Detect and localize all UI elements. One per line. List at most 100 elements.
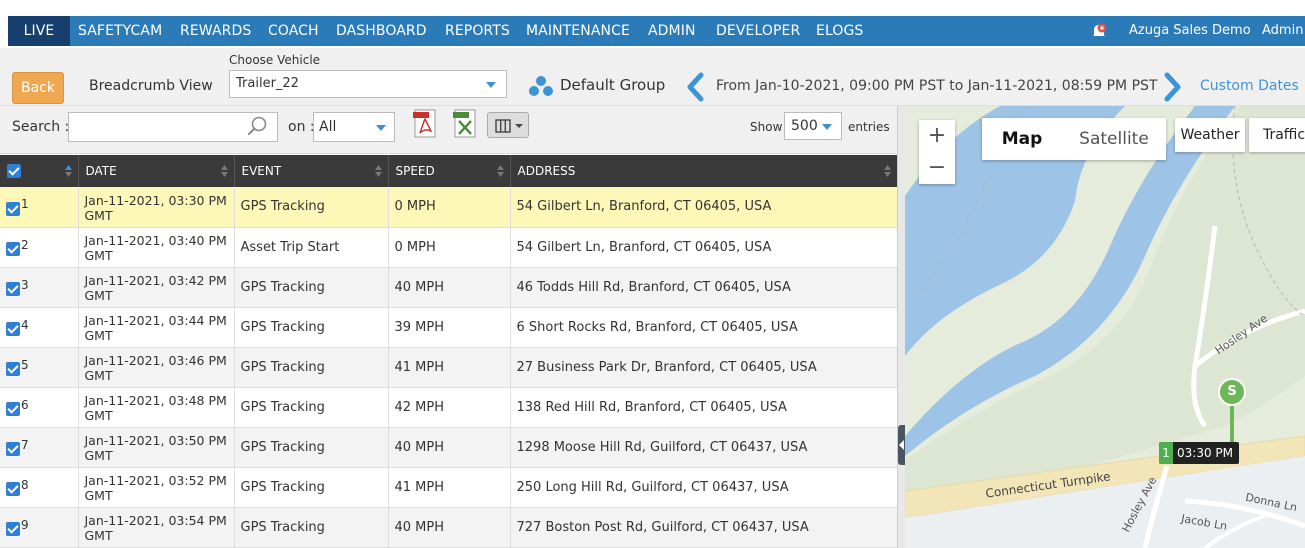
nav-live[interactable]: LIVE — [8, 16, 70, 46]
table-row[interactable]: 2 Jan-11-2021, 03:40 PM GMT Asset Trip Sta… — [0, 227, 897, 268]
sort-icon[interactable] — [883, 165, 891, 177]
row-select-cell[interactable]: 9 — [0, 507, 79, 548]
row-event: GPS Tracking — [234, 427, 389, 468]
nav-safetycam[interactable]: SAFETYCAM — [78, 16, 162, 46]
row-checkbox[interactable] — [6, 201, 20, 216]
nav-elogs[interactable]: ELOGS — [816, 16, 863, 46]
table-row[interactable]: 9 Jan-11-2021, 03:54 PM GMT GPS Tracking 40… — [0, 507, 897, 548]
row-select-cell[interactable]: 4 — [0, 307, 79, 348]
search-icon[interactable] — [246, 115, 268, 137]
columns-toggle-button[interactable] — [487, 112, 529, 138]
select-all-checkbox[interactable] — [7, 164, 21, 179]
row-select-cell[interactable]: 3 — [0, 267, 79, 308]
row-checkbox[interactable] — [6, 482, 20, 496]
row-speed: 40 MPH — [388, 507, 511, 548]
excel-export-icon[interactable] — [452, 109, 478, 139]
nav-reports[interactable]: REPORTS — [445, 16, 510, 46]
weather-button[interactable]: Weather — [1175, 118, 1245, 152]
pdf-export-icon[interactable] — [412, 109, 438, 139]
show-label: Show — [750, 120, 783, 134]
sort-icon[interactable] — [64, 165, 72, 177]
back-button[interactable]: Back — [12, 72, 64, 104]
row-address: 54 Gilbert Ln, Branford, CT 06405, USA — [510, 187, 897, 228]
row-event: GPS Tracking — [234, 267, 389, 308]
pane-divider[interactable] — [897, 106, 905, 548]
chevron-down-icon — [486, 82, 496, 88]
row-select-cell[interactable]: 8 — [0, 467, 79, 508]
row-number: 1 — [21, 197, 29, 212]
row-checkbox[interactable] — [6, 402, 20, 416]
tab-satellite[interactable]: Satellite — [1062, 118, 1166, 160]
row-checkbox[interactable] — [6, 242, 20, 256]
row-checkbox[interactable] — [6, 522, 20, 536]
sort-icon[interactable] — [374, 165, 382, 177]
row-select-cell[interactable]: 6 — [0, 387, 79, 428]
chevron-right-icon[interactable] — [1164, 72, 1182, 102]
row-checkbox[interactable] — [6, 442, 20, 456]
row-speed: 42 MPH — [388, 387, 511, 428]
row-number: 6 — [21, 397, 29, 412]
zoom-in-button[interactable]: + — [919, 120, 955, 152]
row-address: 46 Todds Hill Rd, Branford, CT 06405, US… — [510, 267, 897, 308]
custom-dates-link[interactable]: Custom Dates — [1200, 78, 1299, 94]
col-address[interactable]: ADDRESS — [510, 155, 897, 187]
map-view[interactable]: + − Map Satellite Weather Traffic Connec… — [905, 106, 1305, 548]
col-date[interactable]: DATE — [78, 155, 235, 187]
start-marker[interactable]: S — [1218, 378, 1246, 448]
row-checkbox[interactable] — [6, 322, 20, 336]
zoom-out-button[interactable]: − — [919, 152, 955, 184]
vehicle-select[interactable]: Trailer_22 — [229, 70, 507, 98]
row-checkbox[interactable] — [6, 282, 20, 296]
entries-select[interactable]: 500 — [784, 112, 842, 140]
user-menu[interactable]: Admin — [1262, 16, 1303, 46]
nav-admin[interactable]: ADMIN — [648, 16, 696, 46]
table-row[interactable]: 7 Jan-11-2021, 03:50 PM GMT GPS Tracking 40… — [0, 427, 897, 468]
sort-icon[interactable] — [220, 165, 228, 177]
table-row[interactable]: 1 Jan-11-2021, 03:30 PM GMT GPS Tracking 0 … — [0, 187, 897, 228]
search-field-select[interactable]: All — [313, 112, 395, 142]
nav-maintenance[interactable]: MAINTENANCE — [526, 16, 630, 46]
table-row[interactable]: 6 Jan-11-2021, 03:48 PM GMT GPS Tracking 42… — [0, 387, 897, 428]
row-event: GPS Tracking — [234, 507, 389, 548]
nav-developer[interactable]: DEVELOPER — [716, 16, 800, 46]
row-number: 7 — [21, 437, 29, 452]
app-frame: LIVE SAFETYCAM REWARDS COACH DASHBOARD R… — [0, 0, 1305, 548]
tab-map[interactable]: Map — [982, 118, 1062, 160]
group-icon — [529, 76, 553, 96]
row-address: 727 Boston Post Rd, Guilford, CT 06437, … — [510, 507, 897, 548]
zoom-control: + − — [919, 120, 955, 184]
row-number: 8 — [21, 477, 29, 492]
row-select-cell[interactable]: 5 — [0, 347, 79, 388]
traffic-button[interactable]: Traffic — [1249, 118, 1305, 152]
row-event: GPS Tracking — [234, 467, 389, 508]
row-date: Jan-11-2021, 03:50 PM GMT — [78, 427, 235, 468]
row-select-cell[interactable]: 7 — [0, 427, 79, 468]
nav-dashboard[interactable]: DASHBOARD — [336, 16, 427, 46]
group-label[interactable]: Default Group — [560, 76, 665, 94]
row-checkbox[interactable] — [6, 362, 20, 376]
table-row[interactable]: 3 Jan-11-2021, 03:42 PM GMT GPS Tracking 40… — [0, 267, 897, 308]
start-marker-letter: S — [1227, 384, 1237, 399]
search-label: Search : — [12, 119, 70, 135]
row-select-cell[interactable]: 2 — [0, 227, 79, 268]
table-row[interactable]: 8 Jan-11-2021, 03:52 PM GMT GPS Tracking 41… — [0, 467, 897, 508]
nav-rewards[interactable]: REWARDS — [180, 16, 251, 46]
table-row[interactable]: 5 Jan-11-2021, 03:46 PM GMT GPS Tracking 41… — [0, 347, 897, 388]
bell-icon[interactable] — [1090, 22, 1108, 40]
row-select-cell[interactable]: 1 — [0, 187, 79, 228]
row-address: 250 Long Hill Rd, Guilford, CT 06437, US… — [510, 467, 897, 508]
col-event[interactable]: EVENT — [234, 155, 389, 187]
breadcrumb-table-pane: Search : on : All Show 500 entries DATE … — [0, 106, 897, 548]
chevron-down-icon — [822, 124, 832, 130]
select-all-header[interactable] — [0, 155, 79, 187]
row-speed: 39 MPH — [388, 307, 511, 348]
account-name[interactable]: Azuga Sales Demo — [1129, 16, 1251, 46]
col-speed[interactable]: SPEED — [388, 155, 511, 187]
row-speed: 40 MPH — [388, 267, 511, 308]
row-event: Asset Trip Start — [234, 227, 389, 268]
nav-coach[interactable]: COACH — [268, 16, 319, 46]
chevron-left-icon[interactable] — [686, 72, 704, 102]
table-row[interactable]: 4 Jan-11-2021, 03:44 PM GMT GPS Tracking 39… — [0, 307, 897, 348]
row-date: Jan-11-2021, 03:46 PM GMT — [78, 347, 235, 388]
sort-icon[interactable] — [496, 165, 504, 177]
